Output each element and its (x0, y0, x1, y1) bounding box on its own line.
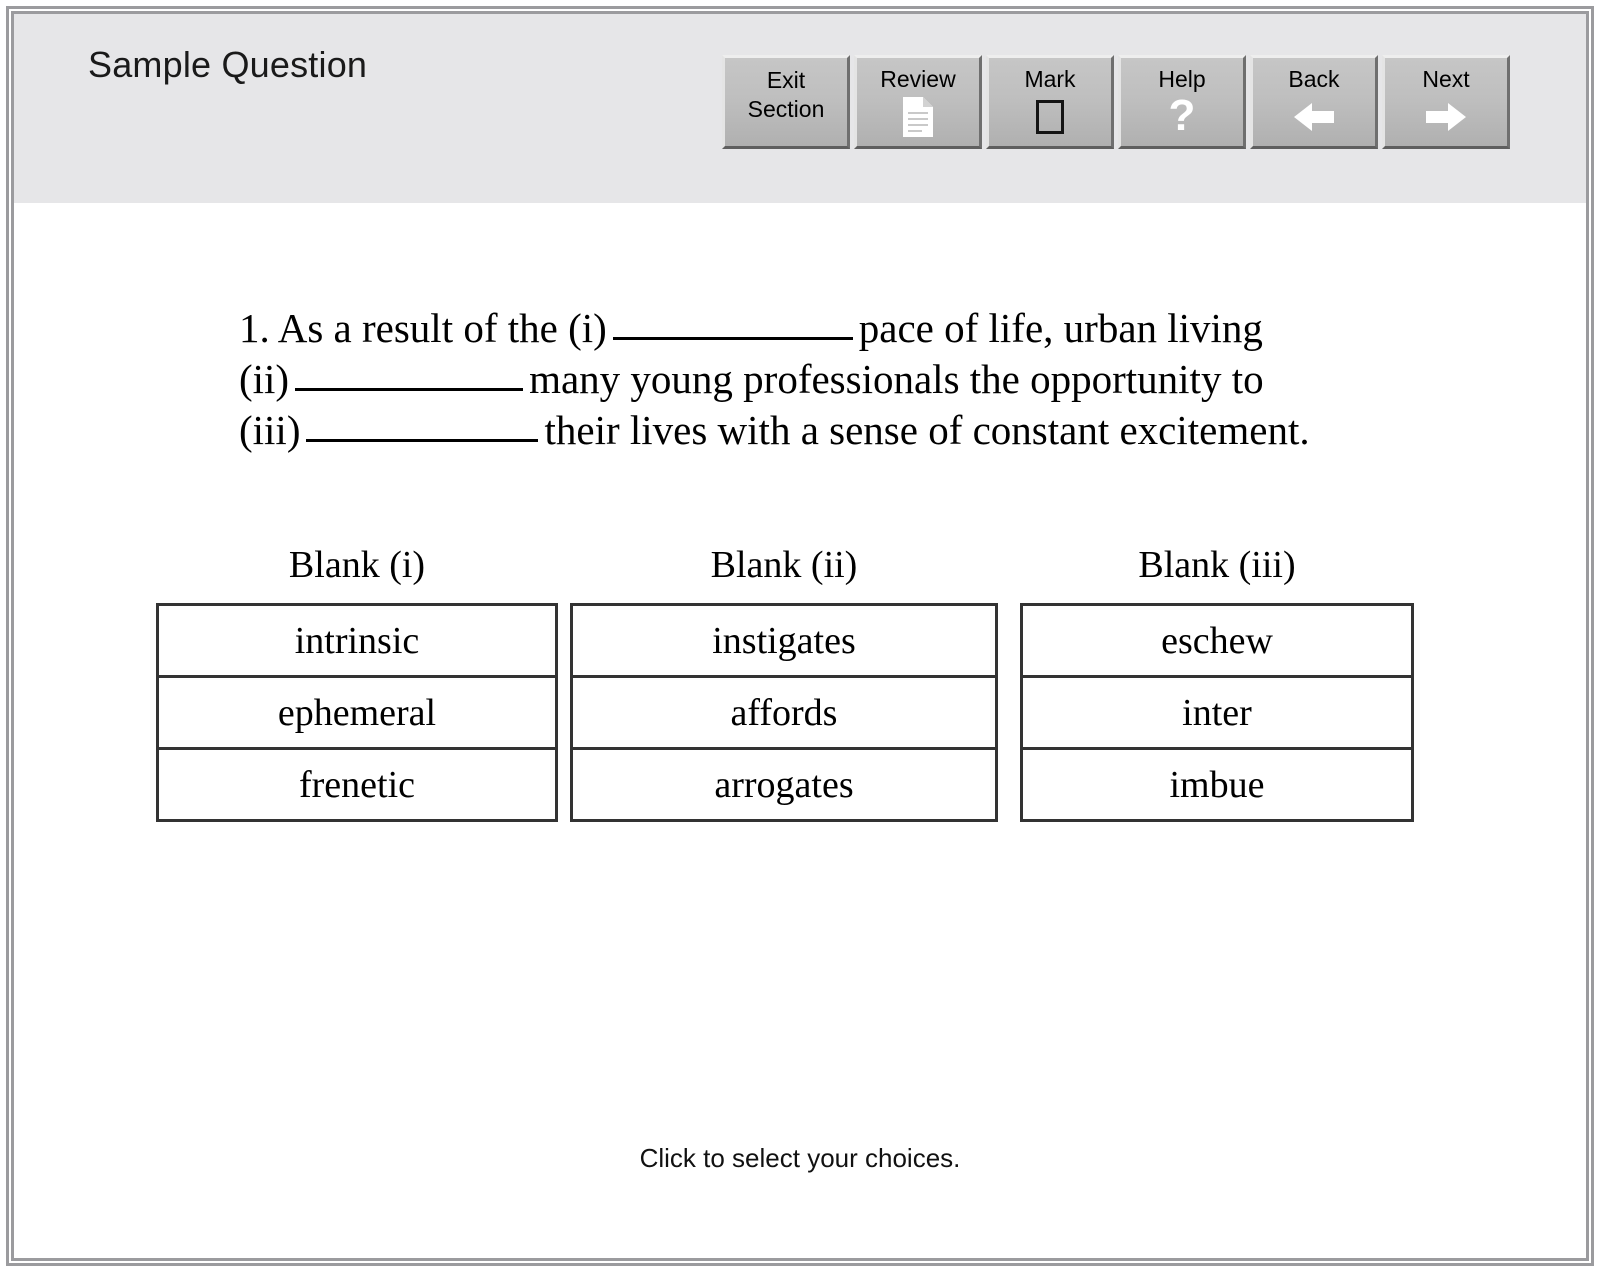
blank-ii-options-table: instigates affords arrogates (570, 603, 998, 822)
blank-iii-heading: Blank (iii) (1138, 544, 1296, 586)
exit-section-label-line2: Section (747, 96, 825, 122)
back-button[interactable]: Back (1250, 55, 1378, 149)
help-button[interactable]: Help ? (1118, 55, 1246, 149)
document-icon (901, 95, 935, 139)
option-cell[interactable]: affords (573, 678, 995, 750)
review-button[interactable]: Review (854, 55, 982, 149)
option-cell[interactable]: eschew (1023, 606, 1411, 678)
next-button[interactable]: Next (1382, 55, 1510, 149)
blank-ii-column: Blank (ii) instigates affords arrogates (570, 543, 998, 822)
back-label: Back (1288, 66, 1340, 92)
blank-iii-options-table: eschew inter imbue (1020, 603, 1414, 822)
option-cell[interactable]: imbue (1023, 750, 1411, 822)
review-label: Review (880, 66, 956, 92)
arrow-left-icon (1290, 95, 1338, 139)
option-cell[interactable]: frenetic (159, 750, 555, 822)
exit-section-label-line1: Exit (766, 67, 806, 93)
next-label: Next (1422, 66, 1470, 92)
exit-section-button[interactable]: Exit Section (722, 55, 850, 149)
option-cell[interactable]: instigates (573, 606, 995, 678)
answer-choices-area: Blank (i) intrinsic ephemeral frenetic B… (14, 203, 1586, 1247)
header-bar: Sample Question Exit Section Review Mark… (14, 14, 1586, 203)
content-area: 1. As a result of the (i) pace of life, u… (14, 203, 1586, 1247)
option-cell[interactable]: arrogates (573, 750, 995, 822)
option-cell[interactable]: inter (1023, 678, 1411, 750)
exam-screen: Sample Question Exit Section Review Mark… (0, 0, 1600, 1272)
help-label: Help (1158, 66, 1206, 92)
checkbox-icon (1036, 95, 1064, 139)
option-cell[interactable]: intrinsic (159, 606, 555, 678)
blank-iii-column: Blank (iii) eschew inter imbue (1020, 543, 1414, 822)
blank-i-options-table: intrinsic ephemeral frenetic (156, 603, 558, 822)
mark-button[interactable]: Mark (986, 55, 1114, 149)
blank-i-column: Blank (i) intrinsic ephemeral frenetic (156, 543, 558, 822)
arrow-right-icon (1422, 95, 1470, 139)
blank-i-heading: Blank (i) (288, 544, 426, 586)
blank-ii-heading: Blank (ii) (710, 544, 858, 586)
instruction-text: Click to select your choices. (639, 1143, 961, 1173)
toolbar: Exit Section Review Mark Help ? Back Nex… (722, 55, 1510, 149)
mark-label: Mark (1024, 66, 1076, 92)
question-mark-icon: ? (1168, 91, 1196, 140)
page-title: Sample Question (88, 44, 368, 85)
option-cell[interactable]: ephemeral (159, 678, 555, 750)
